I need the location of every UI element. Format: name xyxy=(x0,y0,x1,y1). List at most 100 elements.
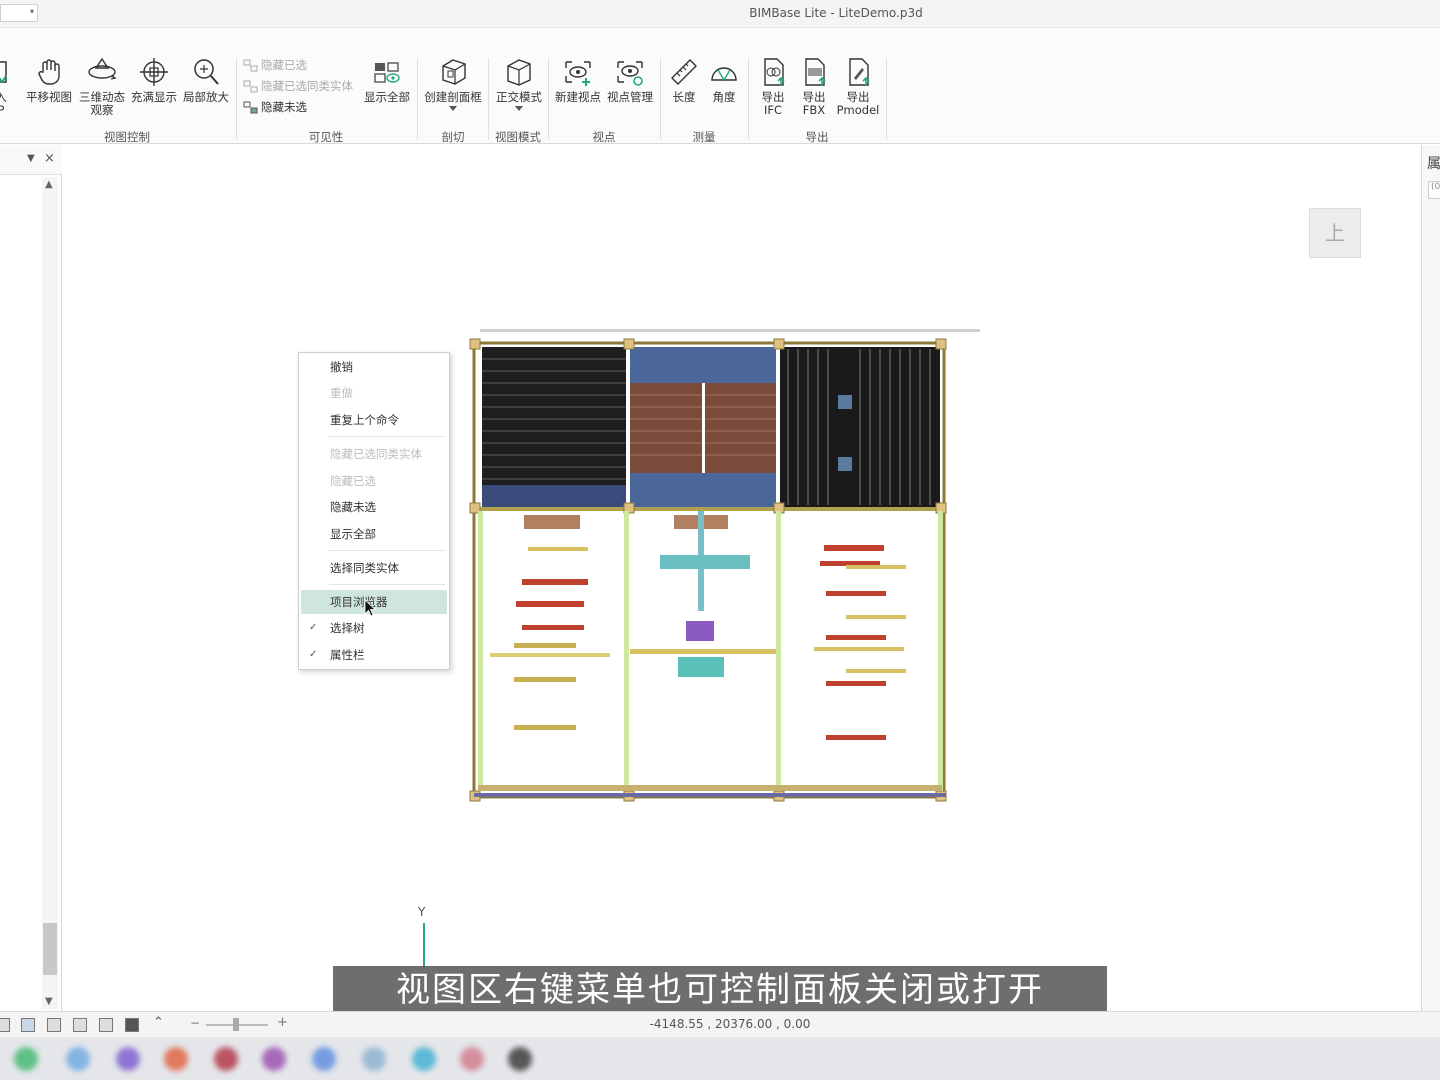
export-fbx-label-2: FBX xyxy=(802,103,826,117)
cursor-coordinates: -4148.55 , 20376.00 , 0.00 xyxy=(649,1017,811,1031)
partial-icon xyxy=(0,61,7,84)
group-label-viewpoint: 视点 xyxy=(592,130,616,144)
partial-label-1: 入 xyxy=(0,90,7,104)
group-separator xyxy=(548,58,549,140)
protractor-icon xyxy=(711,67,737,81)
create-section-box-button[interactable]: 创建剖面框 xyxy=(421,56,485,111)
scroll-up-icon[interactable]: ▲ xyxy=(45,179,53,190)
hide-selected-button[interactable]: 隐藏已选 xyxy=(243,56,307,74)
panel-menu-icon[interactable]: ▼ xyxy=(27,153,35,164)
export-pmodel-button[interactable]: 导出 Pmodel xyxy=(834,56,882,117)
taskbar-app-icon[interactable] xyxy=(460,1047,484,1071)
pan-view-button[interactable]: 平移视图 xyxy=(24,56,74,104)
measure-length-button[interactable]: 长度 xyxy=(664,56,704,104)
ortho-mode-button[interactable]: 正交模式 xyxy=(492,56,546,111)
export-fbx-icon xyxy=(805,58,826,86)
menu-item-hide-same-type[interactable]: 隐藏已选同类实体 xyxy=(299,442,449,466)
title-bar: ▾ BIMBase Lite - LiteDemo.p3d xyxy=(0,0,1440,28)
orbit-button[interactable]: 三维动态 观察 xyxy=(76,56,128,117)
group-label-view-mode: 视图模式 xyxy=(495,130,541,144)
zoom-in-button[interactable]: + xyxy=(277,1015,288,1030)
selection-tree-label: 选择树 xyxy=(330,621,365,635)
zoom-region-button[interactable]: 局部放大 xyxy=(180,56,232,104)
orbit-label-1: 三维动态 xyxy=(79,90,125,104)
zoom-out-button[interactable]: − xyxy=(190,1016,200,1030)
scroll-down-icon[interactable]: ▼ xyxy=(45,996,53,1007)
hand-icon xyxy=(38,59,60,85)
measure-angle-label: 角度 xyxy=(712,90,736,104)
group-separator xyxy=(660,58,661,140)
menu-separator xyxy=(329,550,445,551)
wireframe-view-icon[interactable] xyxy=(47,1018,61,1032)
menu-separator xyxy=(329,584,445,585)
group-separator xyxy=(886,58,887,140)
solid-view-icon[interactable] xyxy=(99,1018,113,1032)
menu-item-property-bar[interactable]: ✓ 属性栏 xyxy=(299,643,449,667)
export-fbx-button[interactable]: 导出 FBX xyxy=(794,56,834,117)
group-label-measure: 测量 xyxy=(692,130,716,144)
menu-item-selection-tree[interactable]: ✓ 选择树 xyxy=(299,616,449,640)
manage-viewpoint-button[interactable]: 视点管理 xyxy=(604,56,656,104)
fit-icon xyxy=(140,58,168,86)
ribbon: 入 P 平移视图 三维动态 观察 充满显示 局部放大 视图控制 隐藏已选 隐藏已… xyxy=(0,50,1440,144)
left-panel: ▼ × ▲ ▼ xyxy=(0,145,62,1011)
zoom-slider-knob[interactable] xyxy=(233,1018,239,1031)
export-pmodel-label-1: 导出 xyxy=(846,90,870,104)
ribbon-partial-button[interactable]: 入 P xyxy=(0,56,8,117)
section-box-icon xyxy=(442,59,466,85)
checkmark-icon: ✓ xyxy=(309,649,318,660)
fit-view-label: 充满显示 xyxy=(131,90,177,104)
export-pmodel-icon xyxy=(849,58,870,86)
ruler-icon xyxy=(671,59,697,85)
taskbar-app-icon[interactable] xyxy=(412,1047,436,1071)
dark-view-icon[interactable] xyxy=(125,1018,139,1032)
magnifier-icon xyxy=(194,59,219,85)
expand-up-icon[interactable]: ⌃ xyxy=(153,1015,164,1030)
menu-item-undo[interactable]: 撤销 xyxy=(299,355,449,379)
video-subtitle: 视图区右键菜单也可控制面板关闭或打开 xyxy=(333,966,1107,1014)
taskbar-app-icon[interactable] xyxy=(508,1047,532,1071)
close-icon[interactable]: × xyxy=(44,151,55,166)
taskbar-app-icon[interactable] xyxy=(164,1047,188,1071)
menu-item-hide-selected[interactable]: 隐藏已选 xyxy=(299,469,449,493)
hidden-line-view-icon[interactable] xyxy=(73,1018,87,1032)
export-ifc-label-1: 导出 xyxy=(761,90,785,104)
taskbar-app-icon[interactable] xyxy=(116,1047,140,1071)
show-all-icon xyxy=(374,62,400,83)
view-cube[interactable]: 上 xyxy=(1309,208,1361,258)
taskbar-app-icon[interactable] xyxy=(312,1047,336,1071)
export-pmodel-label-2: Pmodel xyxy=(836,103,880,117)
menu-item-select-same-type[interactable]: 选择同类实体 xyxy=(299,556,449,580)
shaded-view-icon[interactable] xyxy=(21,1018,35,1032)
floor-plan-drawing xyxy=(469,329,980,802)
property-bar-label: 属性栏 xyxy=(330,648,365,662)
pan-view-label: 平移视图 xyxy=(26,90,72,104)
scrollbar-thumb[interactable] xyxy=(43,923,57,975)
taskbar-app-icon[interactable] xyxy=(66,1047,90,1071)
3d-viewport[interactable]: 上 Y xyxy=(63,145,1421,1011)
new-viewpoint-button[interactable]: 新建视点 xyxy=(552,56,604,104)
taskbar-app-icon[interactable] xyxy=(214,1047,238,1071)
group-label-visibility: 可见性 xyxy=(308,130,344,144)
taskbar-app-icon[interactable] xyxy=(14,1047,38,1071)
property-field[interactable]: (0 xyxy=(1428,181,1440,199)
menu-item-repeat-last[interactable]: 重复上个命令 xyxy=(299,408,449,432)
menu-item-redo[interactable]: 重做 xyxy=(299,381,449,405)
fit-view-button[interactable]: 充满显示 xyxy=(128,56,180,104)
taskbar-app-icon[interactable] xyxy=(262,1047,286,1071)
ortho-mode-label: 正交模式 xyxy=(496,90,542,104)
os-taskbar xyxy=(0,1037,1440,1080)
scrollbar[interactable]: ▲ ▼ xyxy=(42,177,58,1009)
show-all-button[interactable]: 显示全部 xyxy=(360,56,414,104)
taskbar-app-icon[interactable] xyxy=(362,1047,386,1071)
orbit-icon xyxy=(88,57,117,80)
menu-item-show-all[interactable]: 显示全部 xyxy=(299,522,449,546)
group-separator xyxy=(417,58,418,140)
measure-angle-button[interactable]: 角度 xyxy=(704,56,744,104)
menu-item-hide-unselected[interactable]: 隐藏未选 xyxy=(299,495,449,519)
mouse-pointer-icon xyxy=(364,599,376,617)
export-ifc-button[interactable]: 导出 IFC xyxy=(752,56,794,117)
hide-unselected-button[interactable]: 隐藏未选 xyxy=(243,98,307,116)
view-cube-front-icon[interactable] xyxy=(0,1018,10,1032)
hide-same-type-button[interactable]: 隐藏已选同类实体 xyxy=(243,77,353,95)
